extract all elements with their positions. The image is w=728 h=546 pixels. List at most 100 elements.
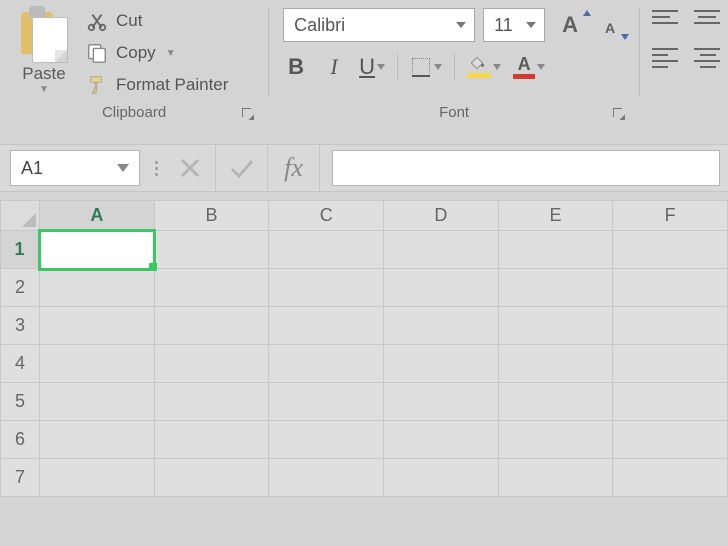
underline-button[interactable]: U — [359, 52, 385, 82]
cell[interactable] — [40, 307, 155, 345]
column-header[interactable]: F — [613, 201, 728, 231]
group-separator — [639, 8, 640, 96]
cell[interactable] — [498, 421, 613, 459]
row-header[interactable]: 6 — [1, 421, 40, 459]
cell[interactable] — [498, 345, 613, 383]
check-icon — [229, 157, 255, 179]
cell[interactable] — [498, 459, 613, 497]
column-header[interactable]: A — [40, 201, 155, 231]
formula-input[interactable] — [332, 150, 720, 186]
column-header[interactable]: C — [269, 201, 384, 231]
cell[interactable] — [384, 421, 499, 459]
cell[interactable] — [40, 269, 155, 307]
chevron-down-icon[interactable]: ▼ — [166, 48, 176, 59]
align-left-button[interactable] — [652, 48, 680, 70]
column-header[interactable]: B — [154, 201, 269, 231]
align-center-button[interactable] — [694, 48, 722, 70]
cell[interactable] — [498, 307, 613, 345]
cell[interactable] — [613, 383, 728, 421]
decrease-font-size-button[interactable]: A — [595, 12, 625, 38]
chevron-down-icon[interactable] — [377, 64, 385, 70]
cell[interactable] — [384, 459, 499, 497]
fill-color-button[interactable] — [467, 52, 501, 82]
cell[interactable] — [613, 231, 728, 269]
font-dialog-launcher[interactable] — [611, 106, 625, 120]
cut-button[interactable]: Cut — [82, 8, 232, 34]
formula-bar-grip[interactable] — [154, 161, 158, 176]
font-size-dropdown[interactable]: 11 — [483, 8, 545, 42]
align-middle-button[interactable] — [694, 10, 722, 32]
cell[interactable] — [613, 421, 728, 459]
chevron-down-icon[interactable] — [537, 64, 545, 70]
row-header[interactable]: 1 — [1, 231, 40, 269]
align-top-button[interactable] — [652, 10, 680, 32]
font-color-button[interactable]: A — [513, 52, 545, 82]
cell[interactable] — [498, 383, 613, 421]
select-all-corner[interactable] — [1, 201, 40, 231]
paste-icon — [21, 6, 67, 62]
cell[interactable] — [269, 269, 384, 307]
cell[interactable] — [40, 383, 155, 421]
enter-formula-button[interactable] — [216, 145, 268, 191]
row-header[interactable]: 5 — [1, 383, 40, 421]
border-icon — [410, 56, 432, 78]
row-header[interactable]: 3 — [1, 307, 40, 345]
cell[interactable] — [269, 383, 384, 421]
row-header[interactable]: 2 — [1, 269, 40, 307]
spreadsheet-grid[interactable]: A B C D E F 1 2 3 4 5 6 7 — [0, 200, 728, 497]
cell[interactable] — [498, 231, 613, 269]
chevron-down-icon[interactable] — [493, 64, 501, 70]
cell[interactable] — [154, 307, 269, 345]
clipboard-group: Paste ▼ Cut Copy ▼ — [6, 4, 262, 126]
format-painter-button[interactable]: Format Painter — [82, 72, 232, 98]
cell[interactable] — [498, 269, 613, 307]
cell[interactable] — [269, 231, 384, 269]
increase-font-size-button[interactable]: A — [553, 12, 587, 38]
chevron-down-icon[interactable] — [434, 64, 442, 70]
row-header[interactable]: 4 — [1, 345, 40, 383]
cell[interactable] — [154, 345, 269, 383]
group-separator — [268, 8, 269, 96]
cell[interactable] — [613, 307, 728, 345]
cell[interactable] — [40, 345, 155, 383]
font-group-label: Font — [439, 104, 469, 121]
cell[interactable] — [384, 231, 499, 269]
bold-button[interactable]: B — [283, 52, 309, 82]
borders-button[interactable] — [410, 52, 442, 82]
cell[interactable] — [154, 383, 269, 421]
cell[interactable] — [269, 345, 384, 383]
alignment-group — [646, 4, 722, 126]
font-name-dropdown[interactable]: Calibri — [283, 8, 475, 42]
cell[interactable] — [40, 421, 155, 459]
brush-icon — [86, 74, 108, 96]
cell[interactable] — [40, 459, 155, 497]
cell[interactable] — [613, 459, 728, 497]
cell[interactable] — [384, 383, 499, 421]
cell[interactable] — [269, 421, 384, 459]
triangle-down-icon — [621, 34, 629, 40]
cell[interactable] — [269, 459, 384, 497]
row-header[interactable]: 7 — [1, 459, 40, 497]
column-header[interactable]: E — [498, 201, 613, 231]
separator — [397, 54, 398, 80]
cell[interactable] — [154, 269, 269, 307]
name-box[interactable]: A1 — [10, 150, 140, 186]
cell[interactable] — [154, 421, 269, 459]
cell[interactable] — [384, 307, 499, 345]
cell[interactable] — [613, 345, 728, 383]
cell[interactable] — [154, 231, 269, 269]
cell[interactable] — [384, 345, 499, 383]
cancel-formula-button[interactable] — [164, 145, 216, 191]
cell[interactable] — [269, 307, 384, 345]
cell[interactable] — [613, 269, 728, 307]
column-header[interactable]: D — [384, 201, 499, 231]
cut-label: Cut — [116, 11, 142, 31]
italic-button[interactable]: I — [321, 52, 347, 82]
cell[interactable] — [384, 269, 499, 307]
clipboard-dialog-launcher[interactable] — [240, 106, 254, 120]
cell[interactable] — [40, 231, 155, 269]
insert-function-button[interactable]: fx — [268, 145, 320, 191]
paste-button[interactable]: Paste ▼ — [12, 4, 76, 95]
copy-button[interactable]: Copy ▼ — [82, 40, 232, 66]
cell[interactable] — [154, 459, 269, 497]
